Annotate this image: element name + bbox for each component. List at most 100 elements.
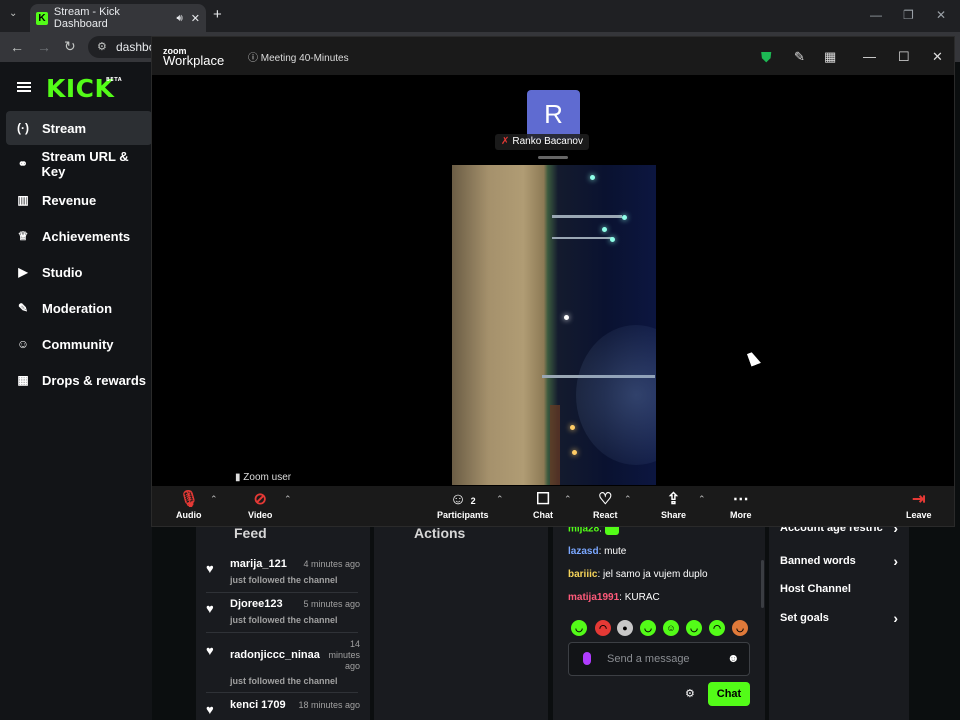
chat-label: Chat bbox=[533, 510, 553, 520]
emote-icon[interactable]: ◡ bbox=[732, 620, 748, 636]
chat-text: : jel samo ja vujem duplo bbox=[597, 569, 708, 580]
chat-username[interactable]: lazasd bbox=[568, 546, 599, 557]
audio-button[interactable]: 🎙︎ Audio bbox=[176, 490, 202, 520]
zoom-maximize-icon[interactable]: ☐ bbox=[898, 49, 910, 65]
share-caret[interactable]: ⌃ bbox=[698, 494, 706, 505]
sidebar-item-label: Studio bbox=[42, 264, 83, 280]
control-set-goals[interactable]: Set goals › bbox=[780, 610, 898, 626]
chat-username[interactable]: matija1991 bbox=[568, 592, 619, 603]
emote-icon[interactable]: ◡ bbox=[686, 620, 702, 636]
back-icon[interactable]: ← bbox=[10, 39, 24, 55]
chat-settings-icon[interactable]: ⚙ bbox=[685, 687, 695, 700]
signal-icon: ▮ bbox=[235, 472, 241, 483]
gallery-drag-handle[interactable] bbox=[538, 156, 568, 159]
emote-icon[interactable]: ◡ bbox=[571, 620, 587, 636]
control-host-channel[interactable]: Host Channel bbox=[780, 583, 898, 595]
feed-user[interactable]: marija_121 bbox=[230, 558, 287, 570]
divider bbox=[206, 632, 358, 633]
more-button[interactable]: ⋯ More bbox=[730, 490, 752, 520]
security-shield-icon[interactable]: ⛊ bbox=[761, 49, 772, 66]
chat-caret[interactable]: ⌃ bbox=[564, 494, 572, 505]
emote-icon[interactable]: ◡ bbox=[640, 620, 656, 636]
heart-icon: ♥ bbox=[206, 561, 214, 576]
chat-text: : KURAC bbox=[619, 592, 660, 603]
video-button[interactable]: ⊘ Video bbox=[248, 490, 272, 520]
chat-message: lazasd: mute bbox=[568, 546, 626, 557]
react-caret[interactable]: ⌃ bbox=[624, 494, 632, 505]
zoom-close-icon[interactable]: ✕ bbox=[932, 49, 943, 65]
share-screen-icon: ⇪ bbox=[666, 491, 681, 508]
menu-icon[interactable] bbox=[17, 82, 31, 84]
site-info-icon[interactable]: ⚙ bbox=[97, 40, 107, 53]
feed-action: just followed the channel bbox=[230, 615, 338, 625]
chat-message: bariiic: jel samo ja vujem duplo bbox=[568, 569, 708, 580]
tab-title: Stream - Kick Dashboard bbox=[53, 6, 120, 30]
kick-logo[interactable]: KICK BETA bbox=[46, 74, 122, 103]
kick-favicon-icon: K bbox=[36, 11, 48, 25]
edit-icon[interactable]: ✎ bbox=[794, 49, 805, 65]
emote-icon[interactable]: ◠ bbox=[595, 620, 611, 636]
feed-item: ♥ radonjiccc_ninaa 14 minutes ago just f… bbox=[206, 638, 360, 690]
new-tab-button[interactable]: + bbox=[213, 6, 222, 23]
sidebar-item-stream[interactable]: (·) Stream bbox=[6, 111, 152, 145]
meeting-info[interactable]: ⓘ Meeting 40-Minutes bbox=[248, 49, 349, 64]
participants-caret[interactable]: ⌃ bbox=[496, 494, 504, 505]
tab-kick-dashboard[interactable]: K Stream - Kick Dashboard 🔊︎ ✕ bbox=[30, 4, 206, 32]
react-button[interactable]: ♡ React bbox=[593, 490, 618, 520]
bar-chart-icon: ▥ bbox=[17, 193, 29, 207]
chat-username[interactable]: bariiic bbox=[568, 569, 597, 580]
sidebar-item-stream-url-key[interactable]: ⚭ Stream URL & Key bbox=[6, 147, 152, 181]
beta-badge: BETA bbox=[106, 77, 123, 83]
emoji-icon[interactable]: ☻ bbox=[727, 651, 740, 665]
emote-icon[interactable]: ☺ bbox=[663, 620, 679, 636]
control-banned-words[interactable]: Banned words › bbox=[780, 553, 898, 569]
emote-icon[interactable]: ● bbox=[617, 620, 633, 636]
control-label: Set goals bbox=[780, 612, 829, 624]
video-detail bbox=[622, 215, 627, 220]
feed-user[interactable]: radonjiccc_ninaa bbox=[230, 649, 320, 661]
share-label: Share bbox=[661, 510, 687, 520]
broadcast-icon: (·) bbox=[17, 121, 29, 135]
audio-options-caret[interactable]: ⌃ bbox=[210, 494, 218, 505]
close-tab-icon[interactable]: ✕ bbox=[191, 12, 200, 25]
sidebar-item-label: Community bbox=[42, 336, 114, 352]
mic-icon[interactable] bbox=[583, 652, 591, 665]
sidebar-item-label: Achievements bbox=[42, 228, 131, 244]
sidebar-item-drops-rewards[interactable]: ▦ Drops & rewards bbox=[6, 363, 152, 397]
chevron-right-icon: › bbox=[893, 610, 898, 626]
zoom-logo: zoom Workplace bbox=[163, 46, 224, 67]
feed-user[interactable]: Djoree123 bbox=[230, 598, 283, 610]
feed-action: just followed the channel bbox=[230, 575, 338, 585]
close-window-icon[interactable]: ✕ bbox=[936, 8, 946, 22]
chat-send-button[interactable]: Chat bbox=[708, 682, 750, 706]
feed-time: 5 minutes ago bbox=[303, 599, 360, 609]
divider bbox=[206, 592, 358, 593]
reload-icon[interactable]: ↻ bbox=[64, 38, 76, 55]
layout-view-icon[interactable]: ▦ bbox=[824, 49, 836, 65]
zoom-minimize-icon[interactable]: — bbox=[863, 49, 876, 64]
url-text: dashbo bbox=[116, 40, 156, 54]
emote-icon[interactable]: ◠ bbox=[709, 620, 725, 636]
participant-avatar[interactable]: R bbox=[527, 90, 580, 140]
meeting-title: Meeting 40-Minutes bbox=[260, 53, 349, 64]
chat-scrollbar[interactable] bbox=[761, 560, 764, 608]
sidebar-item-moderation[interactable]: ✎ Moderation bbox=[6, 291, 152, 325]
video-options-caret[interactable]: ⌃ bbox=[284, 494, 292, 505]
chat-button[interactable]: ☐ Chat bbox=[533, 490, 553, 520]
chat-input[interactable]: Send a message ☻ bbox=[568, 642, 750, 676]
share-button[interactable]: ⇪ Share bbox=[661, 490, 686, 520]
sidebar-item-studio[interactable]: ▶ Studio bbox=[6, 255, 152, 289]
sidebar-item-achievements[interactable]: ♕ Achievements bbox=[6, 219, 152, 253]
tab-search-chevron-icon[interactable]: ⌄ bbox=[9, 8, 17, 19]
sidebar-item-revenue[interactable]: ▥ Revenue bbox=[6, 183, 152, 217]
link-icon: ⚭ bbox=[17, 157, 28, 171]
feed-user[interactable]: kenci 1709 bbox=[230, 699, 286, 711]
forward-icon[interactable]: → bbox=[37, 39, 51, 55]
feed-time-line3: ago bbox=[344, 661, 360, 671]
maximize-icon[interactable]: ❐ bbox=[903, 8, 914, 22]
leave-button[interactable]: ⇥ Leave bbox=[906, 490, 932, 520]
minimize-icon[interactable]: — bbox=[870, 8, 882, 22]
speaker-icon[interactable]: 🔊︎ bbox=[176, 13, 182, 24]
participants-button[interactable]: ☺ 2 Participants bbox=[437, 490, 489, 520]
sidebar-item-community[interactable]: ☺ Community bbox=[6, 327, 152, 361]
